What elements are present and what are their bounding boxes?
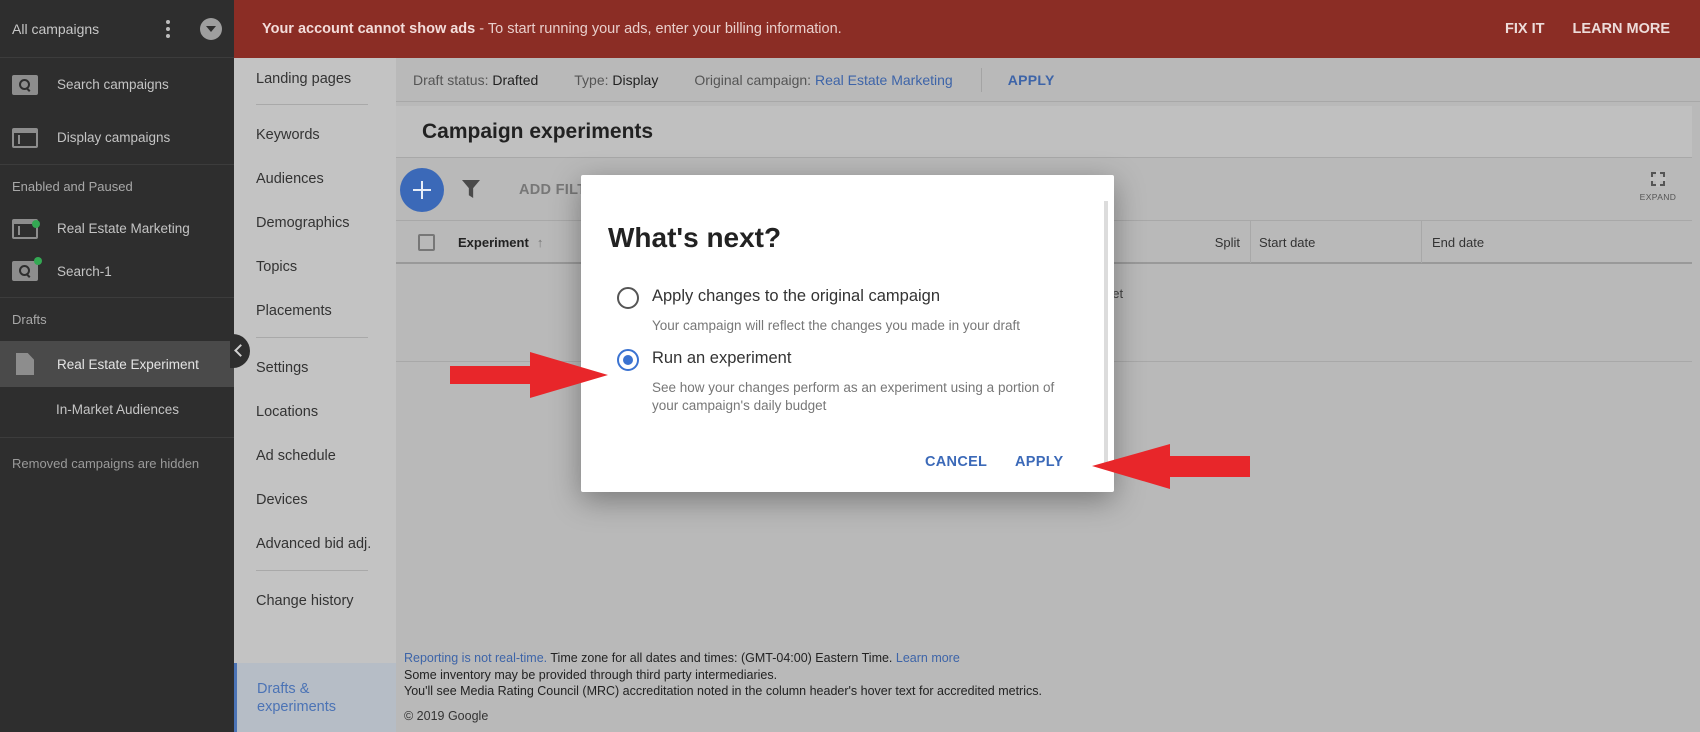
arrow-left-annotation [1092, 444, 1250, 489]
arrow-right-annotation [450, 352, 608, 398]
annotation-arrows [450, 352, 1250, 489]
